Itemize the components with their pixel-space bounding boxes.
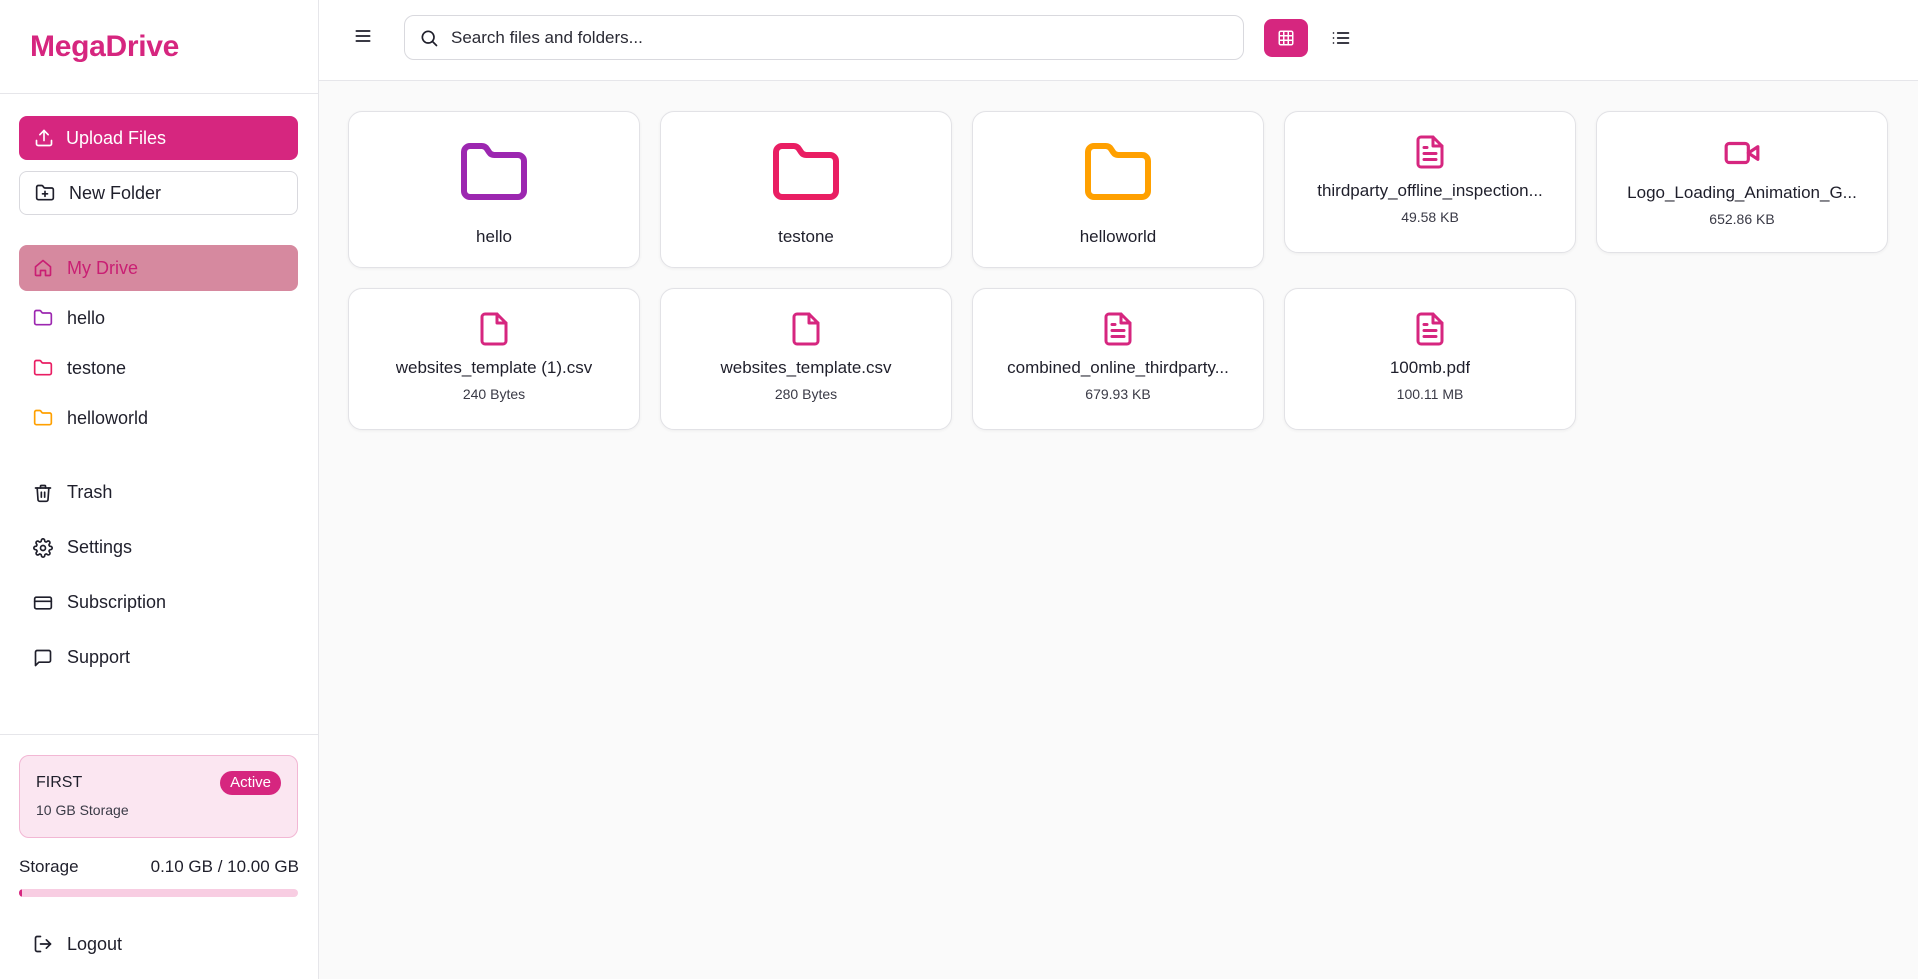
storage-usage: 0.10 GB / 10.00 GB [150, 857, 299, 876]
upload-icon [34, 128, 54, 148]
search-input[interactable] [451, 27, 1211, 48]
top-bar [319, 0, 1918, 81]
app-logo[interactable]: MegaDrive [0, 0, 318, 94]
main-content: hello testone helloworld thirdparty_offl… [319, 0, 1918, 979]
sidebar-nav: My Drive hello testone helloworld [0, 215, 318, 445]
folder-name: hello [476, 227, 512, 246]
sidebar-item-label: testone [67, 357, 127, 378]
menu-button[interactable] [353, 26, 373, 46]
file-name: websites_template (1).csv [395, 358, 593, 377]
sidebar-footer: FIRST 10 GB Storage Active Storage 0.10 … [0, 734, 318, 979]
trash-icon [33, 483, 53, 503]
list-icon [1331, 28, 1351, 48]
sidebar-item-settings[interactable]: Settings [19, 522, 298, 573]
upload-files-label: Upload Files [66, 127, 167, 148]
folder-icon [33, 308, 53, 328]
sidebar-item-my-drive[interactable]: My Drive [19, 245, 298, 291]
document-icon [1100, 311, 1136, 347]
file-grid: hello testone helloworld thirdparty_offl… [348, 111, 1888, 445]
search-icon [419, 28, 439, 48]
storage-progress-bar [19, 889, 298, 897]
new-folder-label: New Folder [69, 182, 162, 203]
sidebar-item-subscription[interactable]: Subscription [19, 577, 298, 628]
plan-storage: 10 GB Storage [36, 802, 129, 818]
home-icon [33, 258, 53, 278]
new-folder-button[interactable]: New Folder [19, 171, 298, 215]
plan-card: FIRST 10 GB Storage Active [19, 755, 298, 838]
file-name: Logo_Loading_Animation_G... [1627, 183, 1857, 202]
list-view-button[interactable] [1319, 19, 1363, 57]
folder-icon [33, 358, 53, 378]
chat-icon [33, 648, 53, 668]
folder-card[interactable]: hello [348, 111, 640, 268]
sidebar-secondary-nav: Trash Settings Subscription Support [0, 467, 318, 687]
sidebar-item-label: hello [67, 307, 106, 328]
logout-label: Logout [67, 933, 123, 954]
upload-files-button[interactable]: Upload Files [19, 116, 298, 160]
sidebar-item-label: Trash [67, 482, 113, 502]
logout-icon [33, 934, 53, 954]
file-card[interactable]: combined_online_thirdparty... 679.93 KB [972, 288, 1264, 430]
file-name: thirdparty_offline_inspection... [1317, 181, 1543, 200]
file-size: 49.58 KB [1401, 209, 1459, 225]
file-card[interactable]: websites_template (1).csv 240 Bytes [348, 288, 640, 430]
file-size: 280 Bytes [774, 386, 838, 402]
status-badge: Active [220, 771, 281, 795]
sidebar-item-trash[interactable]: Trash [19, 467, 298, 518]
folder-card[interactable]: testone [660, 111, 952, 268]
file-card[interactable]: websites_template.csv 280 Bytes [660, 288, 952, 430]
file-size: 652.86 KB [1709, 211, 1775, 227]
grid-icon [1277, 29, 1295, 47]
sidebar-item-label: Support [67, 647, 131, 667]
folder-icon [770, 137, 842, 209]
folder-card[interactable]: helloworld [972, 111, 1264, 268]
file-card[interactable]: thirdparty_offline_inspection... 49.58 K… [1284, 111, 1576, 253]
grid-view-button[interactable] [1264, 19, 1308, 57]
file-name: combined_online_thirdparty... [1007, 358, 1229, 377]
file-name: websites_template.csv [720, 358, 892, 377]
sidebar-item-label: helloworld [67, 407, 149, 428]
storage-row: Storage 0.10 GB / 10.00 GB [19, 857, 299, 877]
credit-card-icon [33, 593, 53, 613]
file-size: 679.93 KB [1085, 386, 1151, 402]
sidebar-item-label: Subscription [67, 592, 167, 612]
gear-icon [33, 537, 53, 558]
folder-icon [33, 408, 53, 428]
sidebar-actions: Upload Files New Folder [0, 94, 318, 215]
file-size: 100.11 MB [1396, 386, 1464, 402]
folder-plus-icon [35, 183, 55, 203]
sidebar-item-label: My Drive [67, 257, 138, 278]
storage-progress-fill [19, 889, 22, 897]
sidebar-item-testone[interactable]: testone [19, 345, 298, 391]
sidebar-item-label: Settings [67, 537, 133, 557]
folder-icon [458, 137, 530, 209]
video-icon [1723, 134, 1761, 172]
sidebar-item-support[interactable]: Support [19, 632, 298, 683]
logout-button[interactable]: Logout [19, 924, 299, 964]
sidebar: MegaDrive Upload Files New Folder My Dri… [0, 0, 319, 979]
document-icon [1412, 134, 1448, 170]
folder-icon [1082, 137, 1154, 209]
folder-name: helloworld [1079, 227, 1157, 246]
search-box [404, 15, 1244, 60]
file-card[interactable]: 100mb.pdf 100.11 MB [1284, 288, 1576, 430]
hamburger-icon [353, 26, 373, 46]
sidebar-item-hello[interactable]: hello [19, 295, 298, 341]
folder-name: testone [778, 227, 834, 246]
file-size: 240 Bytes [462, 386, 526, 402]
file-icon [476, 311, 512, 347]
document-icon [1412, 311, 1448, 347]
file-icon [788, 311, 824, 347]
sidebar-item-helloworld[interactable]: helloworld [19, 395, 298, 441]
file-name: 100mb.pdf [1389, 358, 1471, 377]
storage-label: Storage [19, 857, 79, 876]
file-card[interactable]: Logo_Loading_Animation_G... 652.86 KB [1596, 111, 1888, 253]
